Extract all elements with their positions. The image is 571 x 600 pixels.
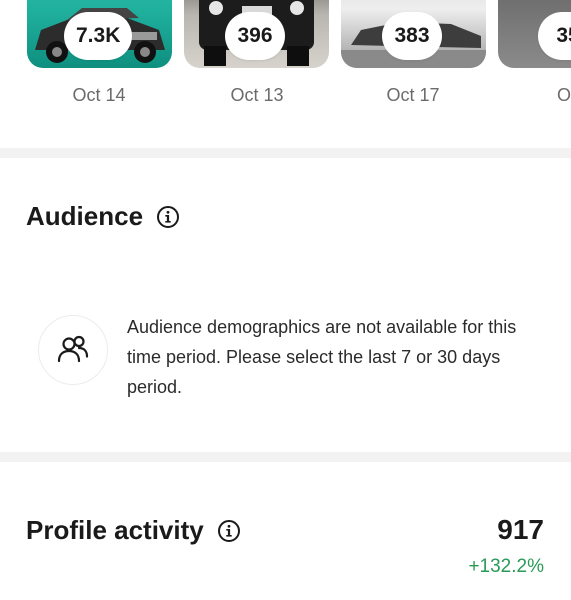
post-date: Oct 17 (386, 85, 440, 105)
section-divider (0, 148, 571, 158)
audience-title: Audience (26, 201, 144, 231)
post-date: Oct 14 (72, 85, 126, 105)
audience-section-header: Audience (26, 201, 181, 232)
views-badge: 383 (382, 12, 442, 60)
post-thumbnails-row: 7.3K 396 383 35 Oct 14 Oct 13 Oct 17 Oct (0, 0, 571, 150)
profile-activity-title: Profile activity (26, 515, 204, 545)
post-date: Oct 13 (230, 85, 284, 105)
people-icon (38, 315, 108, 385)
info-circle-icon[interactable] (155, 204, 181, 230)
post-date: Oct (556, 85, 571, 105)
info-circle-icon[interactable] (216, 518, 242, 544)
audience-empty-message: Audience demographics are not available … (127, 317, 517, 397)
profile-activity-value: 917 (497, 514, 544, 545)
analytics-page: 7.3K 396 383 35 Oct 14 Oct 13 Oct 17 Oct… (0, 0, 571, 600)
profile-activity-header: Profile activity (26, 515, 242, 546)
views-badge: 396 (225, 12, 285, 60)
profile-activity-change: +132.2% (468, 556, 544, 577)
views-badge: 7.3K (64, 12, 133, 60)
section-divider (0, 452, 571, 462)
